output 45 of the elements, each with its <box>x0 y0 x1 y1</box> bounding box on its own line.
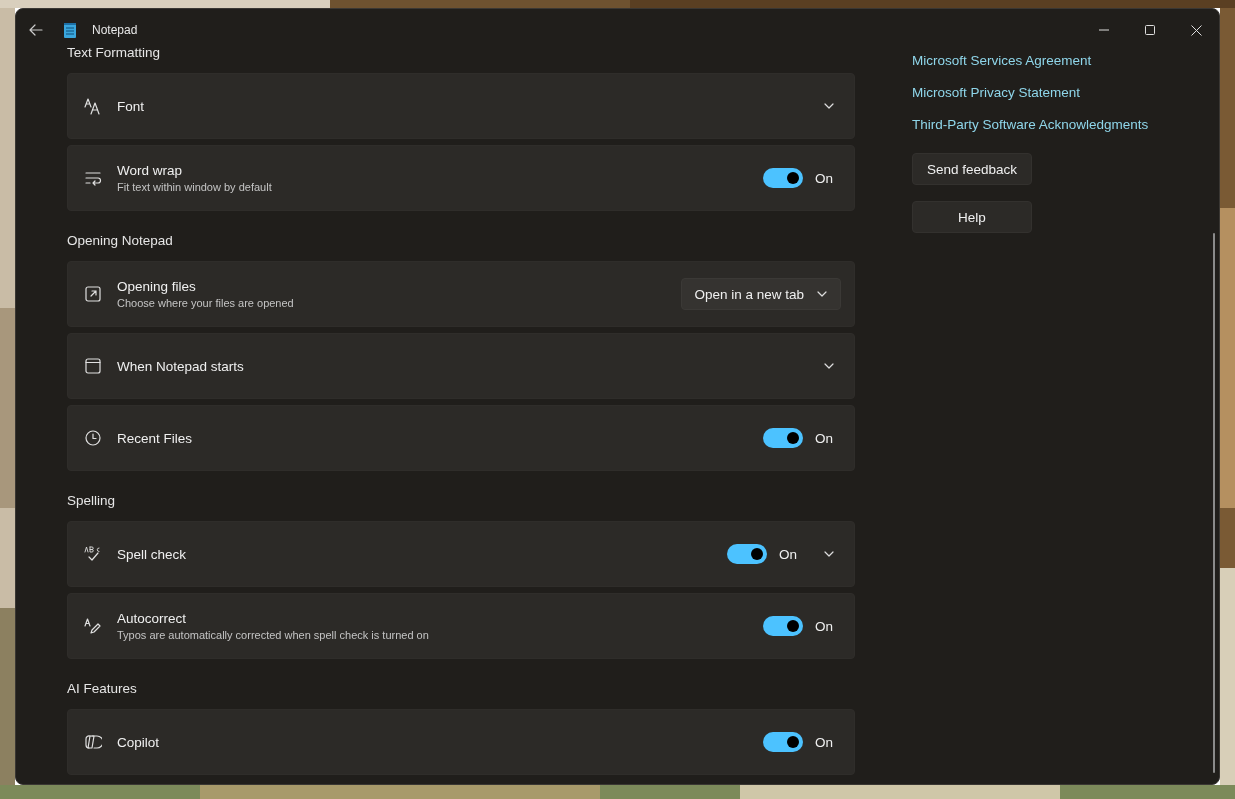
link[interactable]: Microsoft Privacy Statement <box>912 85 1081 100</box>
action-button[interactable]: Send feedback <box>912 153 1032 185</box>
setting-title: Autocorrect <box>117 611 187 626</box>
toggle-switch[interactable] <box>727 544 767 564</box>
font-icon <box>84 97 102 115</box>
back-arrow-icon <box>29 23 43 37</box>
window-icon <box>84 357 102 375</box>
toggle-switch[interactable] <box>763 428 803 448</box>
spell-check-icon <box>84 545 102 563</box>
setting-title: Copilot <box>117 734 160 750</box>
toggle-switch[interactable] <box>763 616 803 636</box>
word-wrap-icon <box>84 169 102 187</box>
copilot-icon <box>84 733 102 751</box>
setting-title: Font <box>117 98 144 114</box>
section-heading: Opening Notepad <box>67 231 174 250</box>
setting-description: Choose where your files are opened <box>117 297 294 309</box>
toggle-state-label: On <box>815 430 834 446</box>
setting-description: Typos are automatically corrected when spell check is turned on <box>117 629 429 641</box>
toggle-state-label: On <box>779 546 798 562</box>
setting-description: Fit text within window by default <box>117 181 272 193</box>
section-heading: Text Formatting <box>67 43 162 62</box>
setting-title: When Notepad starts <box>117 358 244 374</box>
setting-title: Opening files <box>117 279 196 294</box>
setting-title: Word wrap <box>117 163 183 178</box>
toggle-state-label: On <box>815 618 834 634</box>
clock-icon <box>84 429 102 447</box>
maximize-icon <box>1145 25 1155 35</box>
action-button[interactable]: Help <box>912 201 1032 233</box>
close-icon <box>1190 24 1202 36</box>
setting-title: Recent Files <box>117 430 193 446</box>
section-heading: Spelling <box>67 491 117 510</box>
setting-title: Spell check <box>117 546 187 562</box>
pen-icon <box>84 617 102 635</box>
window-title: Notepad <box>92 23 138 37</box>
toggle-state-label: On <box>815 734 834 750</box>
open-file-icon <box>84 285 102 303</box>
scrollbar[interactable] <box>1213 233 1215 773</box>
link[interactable]: Third-Party Software Acknowledgments <box>912 117 1149 132</box>
notepad-icon <box>64 22 76 38</box>
dropdown[interactable]: Open in a new tab <box>681 278 841 310</box>
toggle-switch[interactable] <box>763 168 803 188</box>
toggle-state-label: On <box>815 170 834 186</box>
toggle-switch[interactable] <box>763 732 803 752</box>
link[interactable]: Microsoft Services Agreement <box>912 53 1092 68</box>
section-heading: AI Features <box>67 679 138 698</box>
